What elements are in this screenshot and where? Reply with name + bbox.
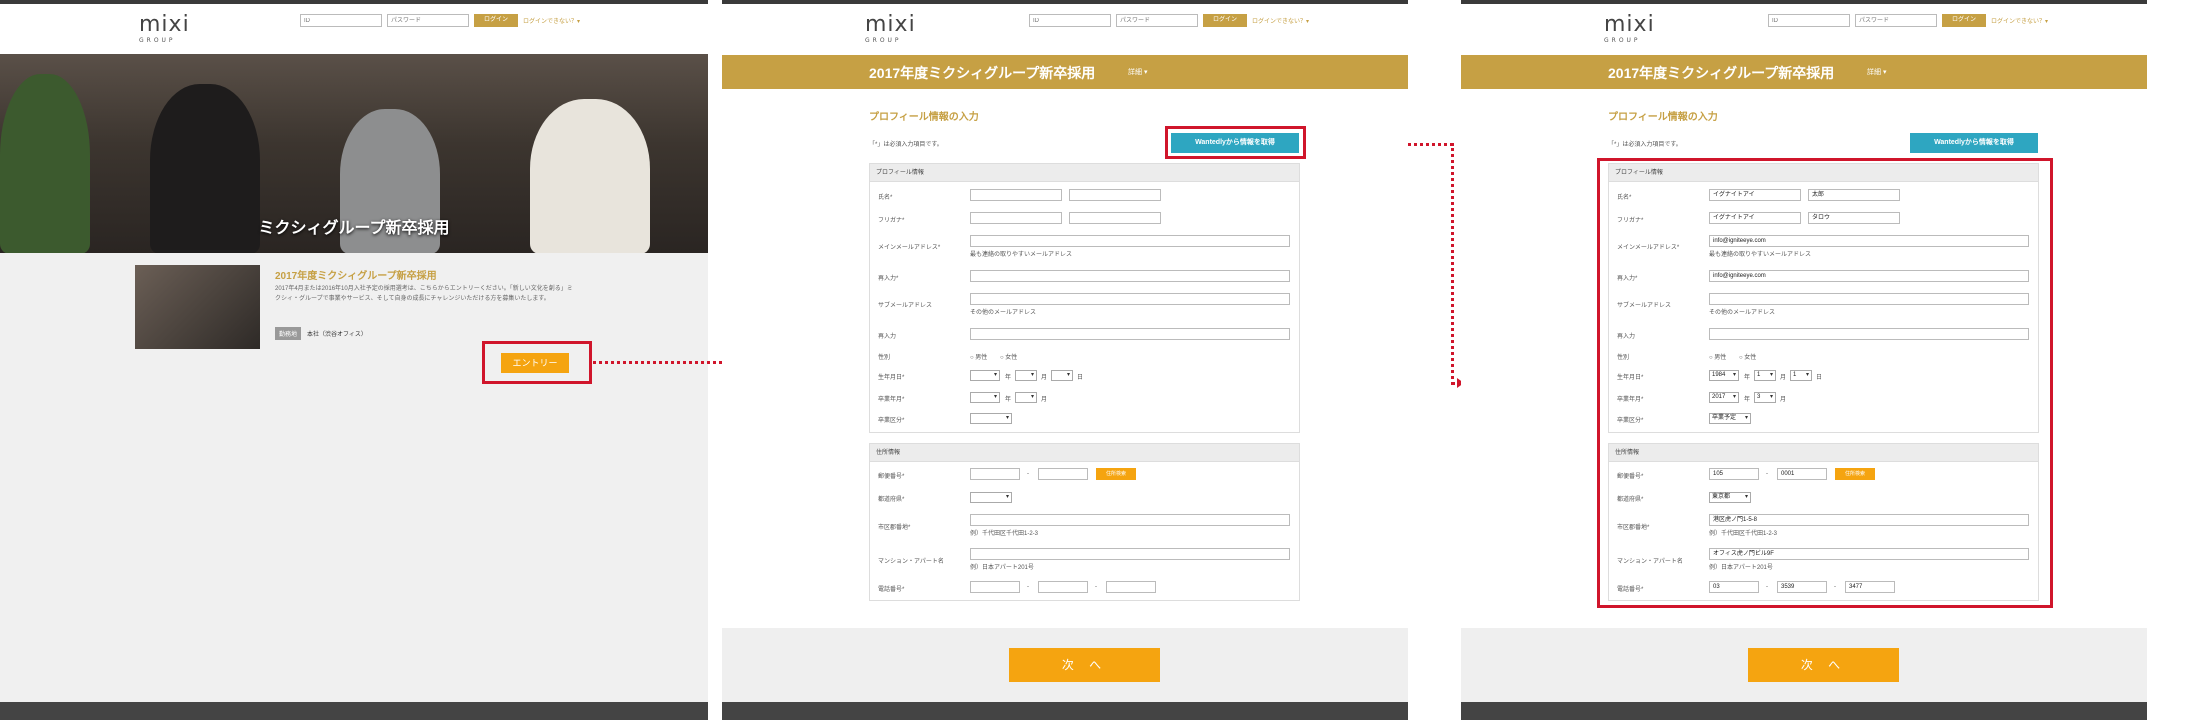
grad-month-select[interactable]: [1015, 392, 1037, 403]
recruit-thumbnail[interactable]: [135, 265, 260, 349]
required-note: 「*」は必須入力項目です。: [869, 142, 943, 148]
city-input[interactable]: [970, 514, 1290, 526]
login-help-link[interactable]: ログインできない？▾: [1252, 16, 1309, 25]
address-section: 住所情報 郵便番号* - 住所検索 都道府県* 市区郡番地* 例）千代田区千代田…: [869, 443, 1300, 601]
location-value: 本社（渋谷オフィス）: [307, 332, 367, 338]
postal-code-2-input[interactable]: [1038, 468, 1088, 480]
login-form: ログイン ログインできない？▾: [300, 14, 580, 27]
recruit-card: 2017年度ミクシィグループ新卒採用 2017年4月または2016年10月入社予…: [135, 265, 575, 350]
entry-highlight-box: [482, 341, 592, 384]
address-header: 住所情報: [870, 444, 1299, 462]
birth-day-select[interactable]: [1051, 370, 1073, 381]
profile-section: プロフィール情報 氏名* フリガナ* メインメールアドレス* 最も連絡の取りやす…: [869, 163, 1300, 433]
next-button[interactable]: 次 へ: [1009, 648, 1160, 682]
prefecture-select[interactable]: [970, 492, 1012, 503]
phone-1-input[interactable]: [970, 581, 1020, 593]
detail-dropdown[interactable]: 詳細 ▾: [1867, 67, 1886, 77]
phone-2-input[interactable]: [1038, 581, 1088, 593]
profile-header: プロフィール情報: [870, 164, 1299, 182]
wantedly-highlight-box: [1165, 126, 1306, 159]
grad-year-select[interactable]: [970, 392, 1000, 403]
section-title: プロフィール情報の入力: [869, 112, 979, 123]
login-button[interactable]: ログイン: [1942, 14, 1986, 27]
filled-form-highlight-box: [1597, 158, 2053, 608]
recruit-title[interactable]: 2017年度ミクシィグループ新卒採用: [275, 267, 437, 282]
title-band: 2017年度ミクシィグループ新卒採用 詳細 ▾: [1461, 55, 2147, 89]
mixi-group-logo[interactable]: mixi GROUP: [1604, 14, 1655, 45]
login-password-input[interactable]: [387, 14, 469, 27]
location-tag: 勤務地: [275, 327, 302, 340]
phone-3-input[interactable]: [1106, 581, 1156, 593]
login-id-input[interactable]: [300, 14, 382, 27]
mixi-group-logo[interactable]: mixi GROUP: [139, 14, 190, 45]
detail-dropdown[interactable]: 詳細 ▾: [1128, 67, 1147, 77]
next-button[interactable]: 次 へ: [1748, 648, 1899, 682]
building-input[interactable]: [970, 548, 1290, 560]
sub-email-input[interactable]: [970, 293, 1290, 305]
hero-image: ミクシィグループ新卒採用: [0, 54, 708, 253]
mixi-group-logo[interactable]: mixi GROUP: [865, 14, 916, 45]
first-name-input[interactable]: [1069, 189, 1161, 201]
title-band: 2017年度ミクシィグループ新卒採用 詳細 ▾: [722, 55, 1408, 89]
birth-year-select[interactable]: [970, 370, 1000, 381]
login-help-link[interactable]: ログインできない？▾: [523, 16, 580, 25]
main-email-input[interactable]: [970, 235, 1290, 247]
page-title: 2017年度ミクシィグループ新卒採用: [869, 65, 1096, 81]
birth-month-select[interactable]: [1015, 370, 1037, 381]
login-button[interactable]: ログイン: [1203, 14, 1247, 27]
sub-email-confirm-input[interactable]: [970, 328, 1290, 340]
login-form: ログイン ログインできない？▾: [1768, 14, 2048, 27]
last-kana-input[interactable]: [970, 212, 1062, 224]
login-id-input[interactable]: [1029, 14, 1111, 27]
site-header: mixi GROUP ログイン ログインできない？▾: [1461, 4, 2147, 54]
login-password-input[interactable]: [1855, 14, 1937, 27]
site-header: mixi GROUP ログイン ログインできない？▾: [722, 4, 1408, 54]
email-confirm-input[interactable]: [970, 270, 1290, 282]
male-radio[interactable]: ○ 男性: [970, 352, 987, 361]
empty-form-panel: mixi GROUP ログイン ログインできない？▾ 2017年度ミクシィグルー…: [722, 0, 1408, 720]
section-title: プロフィール情報の入力: [1608, 112, 1718, 123]
address-search-button[interactable]: 住所検索: [1096, 468, 1136, 480]
hero-title: ミクシィグループ新卒採用: [258, 220, 450, 237]
page-title: 2017年度ミクシィグループ新卒採用: [1608, 65, 1835, 81]
login-help-link[interactable]: ログインできない？▾: [1991, 16, 2048, 25]
login-button[interactable]: ログイン: [474, 14, 518, 27]
wantedly-import-button[interactable]: Wantedlyから情報を取得: [1910, 133, 2038, 153]
recruit-tags: 勤務地 本社（渋谷オフィス）: [275, 327, 367, 340]
last-name-input[interactable]: [970, 189, 1062, 201]
site-header: mixi GROUP ログイン ログインできない？▾: [0, 4, 708, 54]
login-password-input[interactable]: [1116, 14, 1198, 27]
required-note: 「*」は必須入力項目です。: [1608, 142, 1682, 148]
grad-type-select[interactable]: [970, 413, 1012, 424]
login-id-input[interactable]: [1768, 14, 1850, 27]
connector-line: [1451, 143, 1454, 385]
filled-form-panel: mixi GROUP ログイン ログインできない？▾ 2017年度ミクシィグルー…: [1461, 0, 2147, 720]
recruit-description: 2017年4月または2016年10月入社予定の採用選考は、こちらからエントリーく…: [275, 286, 573, 302]
login-form: ログイン ログインできない？▾: [1029, 14, 1309, 27]
first-kana-input[interactable]: [1069, 212, 1161, 224]
landing-page-panel: mixi GROUP ログイン ログインできない？▾ ミクシィグループ新卒採用 …: [0, 0, 708, 720]
postal-code-1-input[interactable]: [970, 468, 1020, 480]
female-radio[interactable]: ○ 女性: [1000, 352, 1017, 361]
